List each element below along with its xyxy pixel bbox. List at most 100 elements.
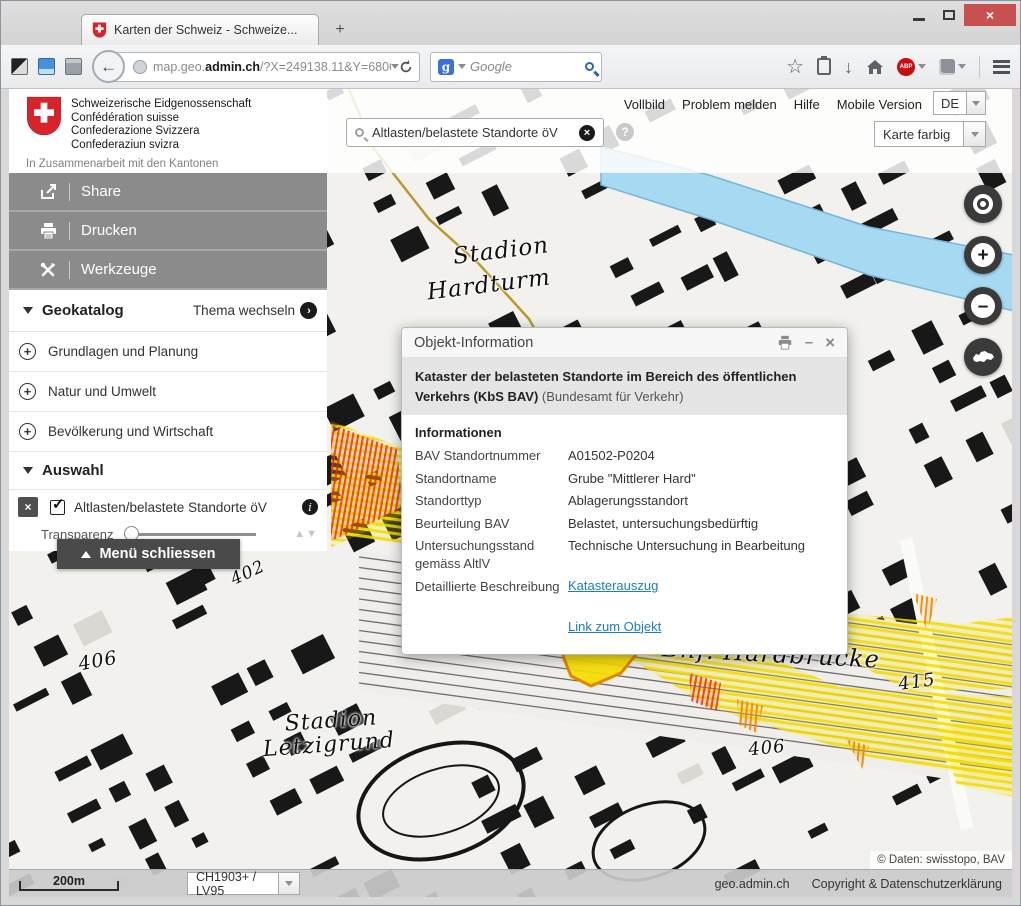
collapse-up-icon: [81, 551, 91, 558]
menu-item-werkzeuge[interactable]: Werkzeuge: [9, 251, 327, 290]
category-natur-umwelt[interactable]: + Natur und Umwelt: [9, 372, 327, 412]
close-popup-icon[interactable]: ×: [825, 334, 835, 351]
print-popup-icon[interactable]: [777, 335, 793, 350]
geoadmin-link[interactable]: geo.admin.ch: [715, 877, 790, 891]
downloads-icon[interactable]: ↓: [844, 58, 853, 76]
swiss-favicon: [92, 22, 107, 38]
tab-title: Karten der Schweiz - Schweize...: [114, 23, 297, 37]
browser-window: Karten der Schweiz - Schweize... + × ← m…: [0, 0, 1021, 906]
geocatalog-header[interactable]: Geokatalog Thema wechseln ›: [9, 290, 327, 332]
toolbar-separator: [979, 56, 980, 78]
field-label: Untersuchungsstand gemäss AltlV: [415, 537, 568, 572]
search-help-icon[interactable]: ?: [616, 123, 634, 141]
adblock-button[interactable]: ABP: [897, 58, 926, 76]
map-style-select[interactable]: Karte farbig: [874, 121, 986, 147]
link-mobile-version[interactable]: Mobile Version: [837, 97, 922, 112]
expand-icon: +: [19, 343, 36, 360]
link-vollbild[interactable]: Vollbild: [624, 97, 665, 112]
geolocate-button[interactable]: [964, 185, 1002, 223]
print-icon: [39, 222, 58, 240]
url-bar[interactable]: map.geo.admin.ch/?X=249138.11&Y=680698.2…: [110, 52, 420, 82]
minus-icon: –: [971, 294, 995, 318]
selection-header[interactable]: Auswahl: [9, 452, 327, 490]
titlebar: Karten der Schweiz - Schweize... + ×: [1, 1, 1020, 45]
object-link[interactable]: Link zum Objekt: [568, 619, 661, 634]
collapse-icon: [23, 467, 33, 474]
popup-titlebar[interactable]: Objekt-Information – ×: [402, 328, 847, 358]
map-attribution[interactable]: © Daten: swisstopo, BAV: [870, 851, 1012, 869]
layer-reorder-icons[interactable]: ▲▼: [294, 528, 318, 540]
url-text[interactable]: map.geo.admin.ch/?X=249138.11&Y=680698.2…: [153, 60, 391, 74]
popup-body: Informationen BAV StandortnummerA01502-P…: [402, 415, 847, 654]
field-value: Ablagerungsstandort: [568, 492, 688, 510]
scale-bar: 200m: [19, 876, 119, 892]
confederation-wordmark: Schweizerische Eidgenossenschaft Confédé…: [71, 96, 251, 152]
toolbar-addon-icon-3[interactable]: [65, 58, 82, 75]
menu-item-share[interactable]: Share: [9, 173, 327, 212]
search-bar[interactable]: g Google: [430, 52, 602, 82]
browser-tab[interactable]: Karten der Schweiz - Schweize...: [81, 14, 319, 45]
link-problem-melden[interactable]: Problem melden: [682, 97, 777, 112]
bookmarks-menu-icon[interactable]: [817, 58, 831, 75]
menu-icon[interactable]: [993, 57, 1010, 76]
reload-icon[interactable]: [399, 60, 413, 74]
cantons-subline: In Zusammenarbeit mit den Kantonen: [26, 158, 327, 170]
layer-info-icon[interactable]: i: [302, 499, 318, 515]
map-viewport[interactable]: StadionHardturmBhf. HardbrückeStadionLet…: [9, 89, 1012, 897]
field-value: A01502-P0204: [568, 447, 655, 465]
zoom-out-button[interactable]: –: [964, 287, 1002, 325]
language-select[interactable]: DE: [933, 91, 986, 115]
category-bevoelkerung[interactable]: + Bevölkerung und Wirtschaft: [9, 412, 327, 452]
field-label: Standortname: [415, 470, 568, 488]
layer-name[interactable]: Altlasten/belastete Standorte öV: [74, 500, 302, 515]
field-label: Standorttyp: [415, 492, 568, 510]
geolocate-icon: [973, 194, 993, 214]
plus-icon: +: [971, 243, 995, 267]
expand-icon: +: [19, 383, 36, 400]
home-icon[interactable]: [866, 59, 884, 75]
bookmark-star-icon[interactable]: ☆: [786, 57, 804, 77]
chevron-right-icon: ›: [300, 302, 317, 319]
menu-item-drucken[interactable]: Drucken: [9, 212, 327, 251]
clear-search-button[interactable]: ×: [579, 125, 595, 141]
map-label: 406: [747, 736, 786, 761]
field-label: Detaillierte Beschreibung: [415, 578, 568, 596]
copyright-link[interactable]: Copyright & Datenschutzerklärung: [812, 877, 1002, 891]
object-information-popup: Objekt-Information – × Kataster der bela…: [401, 327, 848, 655]
field-label: BAV Standortnummer: [415, 447, 568, 465]
projection-select[interactable]: CH1903+ / LV95: [187, 872, 300, 895]
extension-icon: [939, 59, 955, 75]
site-identity-icon[interactable]: [133, 60, 147, 74]
change-topic-link[interactable]: Thema wechseln ›: [193, 302, 317, 319]
extension-button[interactable]: [939, 59, 966, 75]
katasterauszug-link[interactable]: Katasterauszug: [568, 578, 658, 596]
swiss-coat-of-arms: [26, 96, 62, 136]
zoom-in-button[interactable]: +: [964, 236, 1002, 274]
back-button[interactable]: ←: [92, 50, 125, 83]
scale-label: 200m: [19, 874, 119, 888]
tools-icon: [39, 261, 58, 279]
category-grundlagen[interactable]: + Grundlagen und Planung: [9, 332, 327, 372]
search-engine-dropdown-icon[interactable]: [458, 64, 466, 69]
new-tab-button[interactable]: +: [327, 18, 353, 42]
map-search-input[interactable]: Altlasten/belastete Standorte öV ×: [346, 118, 604, 147]
url-dropdown-icon[interactable]: [391, 64, 399, 69]
link-hilfe[interactable]: Hilfe: [794, 97, 820, 112]
close-button[interactable]: ×: [964, 4, 1016, 26]
search-placeholder[interactable]: Google: [470, 59, 585, 74]
informationen-title: Informationen: [415, 425, 834, 440]
default-extent-button[interactable]: [964, 338, 1002, 376]
minimize-popup-icon[interactable]: –: [805, 335, 813, 350]
search-icon[interactable]: [585, 62, 594, 71]
close-menu-button[interactable]: Menü schliessen: [57, 539, 240, 569]
toolbar-addon-icon-1[interactable]: [11, 58, 28, 75]
google-favicon[interactable]: g: [438, 59, 454, 75]
maximize-button[interactable]: [934, 4, 964, 26]
layer-checkbox[interactable]: ✓: [50, 500, 65, 515]
site-header: Schweizerische Eidgenossenschaft Confédé…: [9, 89, 1012, 173]
minimize-button[interactable]: [904, 4, 934, 26]
remove-layer-button[interactable]: ×: [18, 497, 38, 517]
search-value[interactable]: Altlasten/belastete Standorte öV: [372, 125, 579, 140]
toolbar-addon-icon-2[interactable]: [38, 58, 55, 75]
field-value: Belastet, untersuchungsbedürftig: [568, 515, 758, 533]
